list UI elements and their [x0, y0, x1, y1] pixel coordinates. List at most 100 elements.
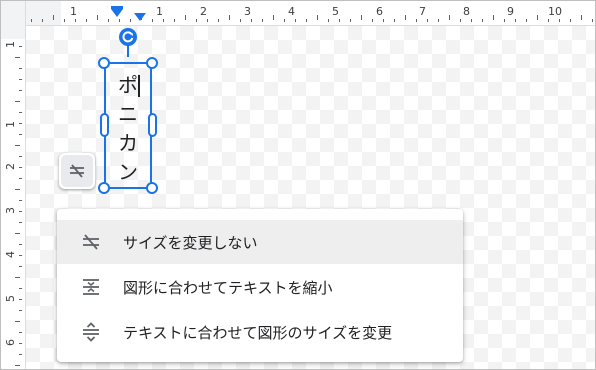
ruler-number: 2: [200, 5, 207, 18]
text-char: ニ: [118, 102, 138, 126]
ruler-tick: [15, 321, 20, 322]
vertical-ruler[interactable]: 1 1 2 3 4 5 6: [1, 25, 26, 369]
ruler-tick: [416, 19, 417, 22]
ruler-tick: [482, 19, 483, 22]
ruler-number: 9: [507, 5, 514, 18]
ruler-number: 6: [376, 5, 383, 18]
horizontal-ruler[interactable]: 1 1 2 3 4 5 6 7 8 9 10: [1, 1, 595, 26]
ruler-tick: [229, 15, 230, 20]
text-char: ン: [118, 160, 138, 184]
ruler-tick: [185, 15, 186, 20]
ruler-tick: [251, 19, 252, 22]
ruler-tick: [19, 288, 22, 289]
ruler-tick: [15, 365, 20, 366]
ruler-tick: [317, 15, 318, 20]
ruler-tick: [504, 19, 505, 22]
menu-item-label: テキストに合わせて図形のサイズを変更: [123, 323, 393, 342]
ruler-tick: [15, 101, 20, 102]
ruler-tick: [19, 178, 22, 179]
drawing-editor: 1 1 2 3 4 5 6 7 8 9 10 1123456 ポ ニ カ ン サ…: [0, 0, 596, 370]
ruler-tick: [19, 79, 22, 80]
ruler-tick: [449, 15, 450, 20]
resize-handle-right[interactable]: [148, 113, 157, 137]
resize-handle-bottom-right[interactable]: [146, 182, 158, 194]
ruler-tick: [273, 15, 274, 20]
ruler-tick: [19, 343, 22, 344]
ruler-tick: [64, 19, 65, 22]
ruler-number: 4: [288, 5, 295, 18]
ruler-tick: [19, 123, 22, 124]
ruler-tick: [53, 15, 54, 20]
ruler-tick: [19, 354, 22, 355]
menu-item-label: サイズを変更しない: [123, 233, 258, 252]
menu-item-shrink-text-on-overflow[interactable]: 図形に合わせてテキストを縮小: [57, 265, 463, 309]
ruler-tick: [471, 19, 472, 22]
ruler-tick: [19, 46, 22, 47]
ruler-tick: [284, 19, 285, 22]
ruler-tick: [15, 57, 20, 58]
autofit-menu: サイズを変更しない 図形に合わせてテキストを縮小 テキストに合わせて図形のサイズ…: [57, 209, 463, 362]
ruler-tick: [339, 19, 340, 22]
ruler-tick: [152, 19, 153, 22]
ruler-tick: [19, 299, 22, 300]
ruler-tick: [427, 19, 428, 22]
ruler-tick: [19, 244, 22, 245]
resize-handle-bottom-left[interactable]: [98, 182, 110, 194]
ruler-number: 4: [4, 251, 17, 258]
right-indent-marker[interactable]: [134, 13, 146, 21]
ruler-corner: [1, 1, 26, 26]
ruler-tick: [394, 19, 395, 22]
ruler-tick: [405, 15, 406, 20]
ruler-tick: [570, 19, 571, 22]
ruler-tick: [559, 19, 560, 22]
ruler-number: 2: [4, 163, 17, 170]
ruler-tick: [438, 19, 439, 22]
ruler-number: 1: [4, 121, 17, 128]
ruler-tick: [19, 211, 22, 212]
ruler-tick: [218, 19, 219, 22]
ruler-tick: [328, 19, 329, 22]
ruler-tick: [42, 19, 43, 22]
resize-handle-left[interactable]: [100, 113, 109, 137]
ruler-tick: [240, 19, 241, 22]
ruler-number: 10: [548, 5, 562, 18]
left-indent-marker[interactable]: [111, 9, 123, 17]
ruler-number: 5: [332, 5, 339, 18]
ruler-tick: [174, 19, 175, 22]
resize-shape-icon: [83, 322, 99, 342]
ruler-tick: [19, 167, 22, 168]
rotate-icon: [122, 31, 134, 43]
autofit-options-button[interactable]: [59, 153, 95, 189]
no-autofit-icon: [83, 234, 99, 250]
menu-item-resize-shape-to-fit-text[interactable]: テキストに合わせて図形のサイズを変更: [57, 310, 463, 354]
resize-handle-top-left[interactable]: [98, 57, 110, 69]
ruler-tick: [19, 222, 22, 223]
ruler-tick: [19, 68, 22, 69]
text-char: カ: [118, 131, 138, 155]
ruler-number: 3: [244, 5, 251, 18]
ruler-tick: [75, 19, 76, 22]
text-caret: [138, 75, 140, 97]
ruler-tick: [15, 189, 20, 190]
ruler-tick: [19, 134, 22, 135]
ruler-tick: [262, 19, 263, 22]
ruler-margin-vertical: [1, 25, 25, 39]
ruler-tick: [196, 19, 197, 22]
ruler-tick: [15, 277, 20, 278]
rotate-handle[interactable]: [119, 28, 137, 46]
ruler-tick: [19, 310, 22, 311]
resize-handle-top-right[interactable]: [146, 57, 158, 69]
ruler-tick: [548, 19, 549, 22]
ruler-tick: [372, 19, 373, 22]
ruler-tick: [19, 266, 22, 267]
ruler-tick: [19, 200, 22, 201]
ruler-tick: [130, 19, 131, 22]
ruler-number: 7: [419, 5, 426, 18]
ruler-tick: [350, 19, 351, 22]
ruler-tick: [207, 19, 208, 22]
menu-item-do-not-autofit[interactable]: サイズを変更しない: [57, 220, 463, 264]
ruler-tick: [108, 19, 109, 22]
ruler-tick: [119, 19, 120, 22]
ruler-tick: [15, 145, 20, 146]
menu-item-label: 図形に合わせてテキストを縮小: [123, 278, 333, 297]
